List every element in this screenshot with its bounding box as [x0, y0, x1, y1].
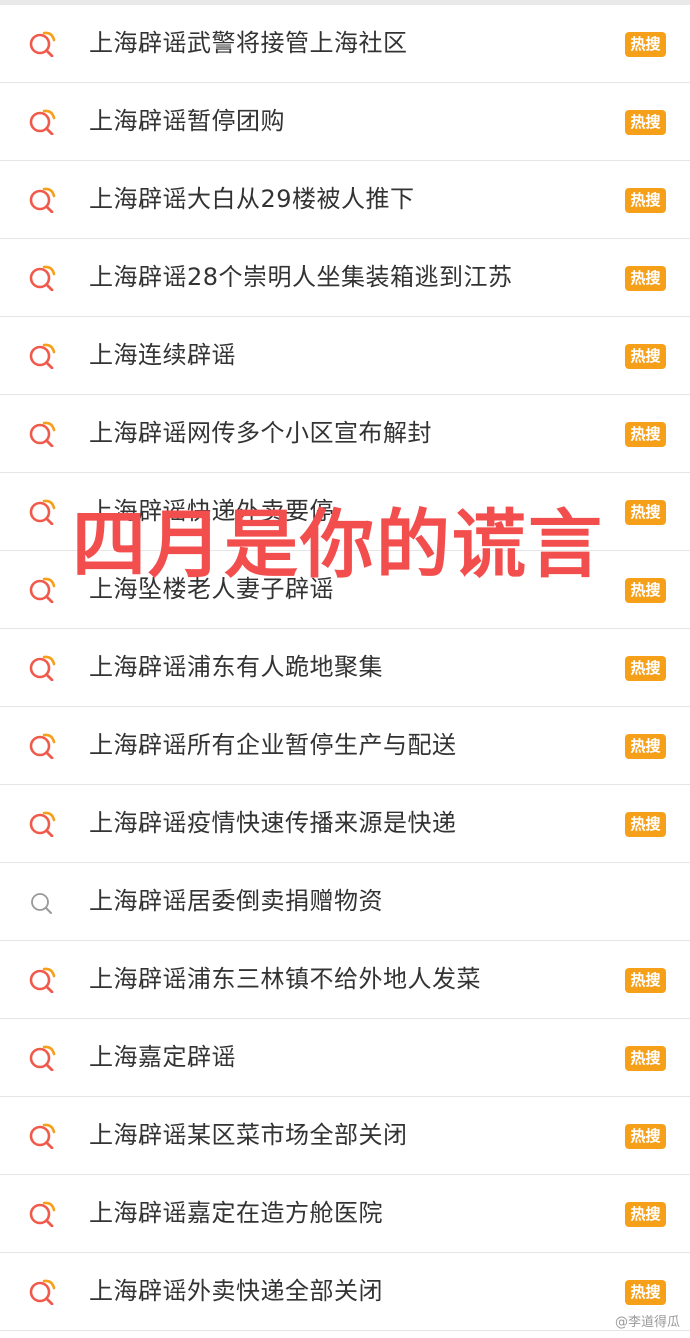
hot-search-title: 上海辟谣居委倒卖捐赠物资: [89, 887, 383, 915]
hot-search-row[interactable]: 上海辟谣居委倒卖捐赠物资: [0, 863, 690, 941]
hot-search-row[interactable]: 上海辟谣暂停团购 热搜: [0, 83, 690, 161]
hot-search-title: 上海辟谣所有企业暂停生产与配送: [89, 731, 457, 759]
hot-search-title: 上海辟谣大白从29楼被人推下: [89, 185, 415, 213]
hot-badge: 热搜: [625, 1202, 666, 1227]
hot-search-icon: [28, 499, 58, 525]
hot-badge: 热搜: [625, 188, 666, 213]
hot-search-icon: [28, 343, 58, 369]
hot-badge: 热搜: [625, 422, 666, 447]
hot-search-icon: [28, 265, 58, 291]
hot-badge: 热搜: [625, 968, 666, 993]
hot-search-row[interactable]: 上海辟谣快递外卖要停 热搜: [0, 473, 690, 551]
hot-search-row[interactable]: 上海辟谣大白从29楼被人推下 热搜: [0, 161, 690, 239]
hot-search-icon: [28, 1201, 58, 1227]
hot-search-row[interactable]: 上海嘉定辟谣 热搜: [0, 1019, 690, 1097]
hot-badge: 热搜: [625, 110, 666, 135]
hot-badge: 热搜: [625, 32, 666, 57]
hot-search-row[interactable]: 上海辟谣网传多个小区宣布解封 热搜: [0, 395, 690, 473]
hot-search-icon: [28, 733, 58, 759]
hot-search-title: 上海辟谣浦东有人跪地聚集: [89, 653, 383, 681]
hot-search-icon: [28, 1045, 58, 1071]
hot-search-icon: [28, 655, 58, 681]
hot-badge: 热搜: [625, 266, 666, 291]
hot-search-row[interactable]: 上海辟谣嘉定在造方舱医院 热搜: [0, 1175, 690, 1253]
hot-search-icon: [28, 967, 58, 993]
hot-search-icon: [28, 1123, 58, 1149]
watermark: @李道得瓜: [614, 1315, 680, 1330]
hot-search-title: 上海辟谣28个崇明人坐集装箱逃到江苏: [89, 263, 513, 291]
hot-badge: 热搜: [625, 1280, 666, 1305]
hot-search-icon: [28, 811, 58, 837]
hot-search-icon: [28, 1279, 58, 1305]
hot-badge: 热搜: [625, 344, 666, 369]
hot-search-row[interactable]: 上海辟谣所有企业暂停生产与配送 热搜: [0, 707, 690, 785]
hot-search-title: 上海辟谣网传多个小区宣布解封: [89, 419, 432, 447]
hot-badge: 热搜: [625, 812, 666, 837]
hot-search-row[interactable]: 上海连续辟谣 热搜: [0, 317, 690, 395]
hot-search-row[interactable]: 上海辟谣疫情快速传播来源是快递 热搜: [0, 785, 690, 863]
hot-search-row[interactable]: 上海辟谣某区菜市场全部关闭 热搜: [0, 1097, 690, 1175]
hot-search-title: 上海嘉定辟谣: [89, 1043, 236, 1071]
hot-search-icon: [28, 31, 58, 57]
hot-search-screen: 上海辟谣武警将接管上海社区 热搜 上海辟谣暂停团购 热搜 上海辟谣大白从29楼被人推下热…: [0, 0, 690, 1338]
hot-search-title: 上海辟谣外卖快递全部关闭: [89, 1277, 383, 1305]
hot-badge: 热搜: [625, 1046, 666, 1071]
hot-search-title: 上海辟谣暂停团购: [89, 107, 285, 135]
hot-badge: 热搜: [625, 734, 666, 759]
hot-search-row[interactable]: 上海辟谣浦东有人跪地聚集 热搜: [0, 629, 690, 707]
hot-badge: 热搜: [625, 578, 666, 603]
hot-search-icon: [28, 577, 58, 603]
hot-badge: 热搜: [625, 656, 666, 681]
hot-search-title: 上海坠楼老人妻子辟谣: [89, 575, 334, 603]
hot-search-icon: [28, 421, 58, 447]
hot-search-title: 上海辟谣某区菜市场全部关闭: [89, 1121, 408, 1149]
hot-search-title: 上海辟谣疫情快速传播来源是快递: [89, 809, 457, 837]
hot-search-row[interactable]: 上海辟谣外卖快递全部关闭 热搜: [0, 1253, 690, 1331]
hot-badge: 热搜: [625, 1124, 666, 1149]
hot-search-title: 上海辟谣嘉定在造方舱医院: [89, 1199, 383, 1227]
hot-search-title: 上海辟谣快递外卖要停: [89, 497, 334, 525]
hot-search-row[interactable]: 上海辟谣武警将接管上海社区 热搜: [0, 5, 690, 83]
hot-search-row[interactable]: 上海辟谣28个崇明人坐集装箱逃到江苏 热搜: [0, 239, 690, 317]
hot-search-row[interactable]: 上海坠楼老人妻子辟谣 热搜: [0, 551, 690, 629]
hot-search-list: 上海辟谣武警将接管上海社区 热搜 上海辟谣暂停团购 热搜 上海辟谣大白从29楼被人推下热…: [0, 5, 690, 1331]
hot-search-icon: [28, 187, 58, 213]
hot-search-title: 上海辟谣浦东三林镇不给外地人发菜: [89, 965, 481, 993]
hot-search-title: 上海辟谣武警将接管上海社区: [89, 29, 408, 57]
hot-search-icon: [28, 109, 58, 135]
hot-search-row[interactable]: 上海辟谣浦东三林镇不给外地人发菜 热搜: [0, 941, 690, 1019]
hot-badge: 热搜: [625, 500, 666, 525]
hot-search-title: 上海连续辟谣: [89, 341, 236, 369]
search-icon: [28, 889, 58, 915]
